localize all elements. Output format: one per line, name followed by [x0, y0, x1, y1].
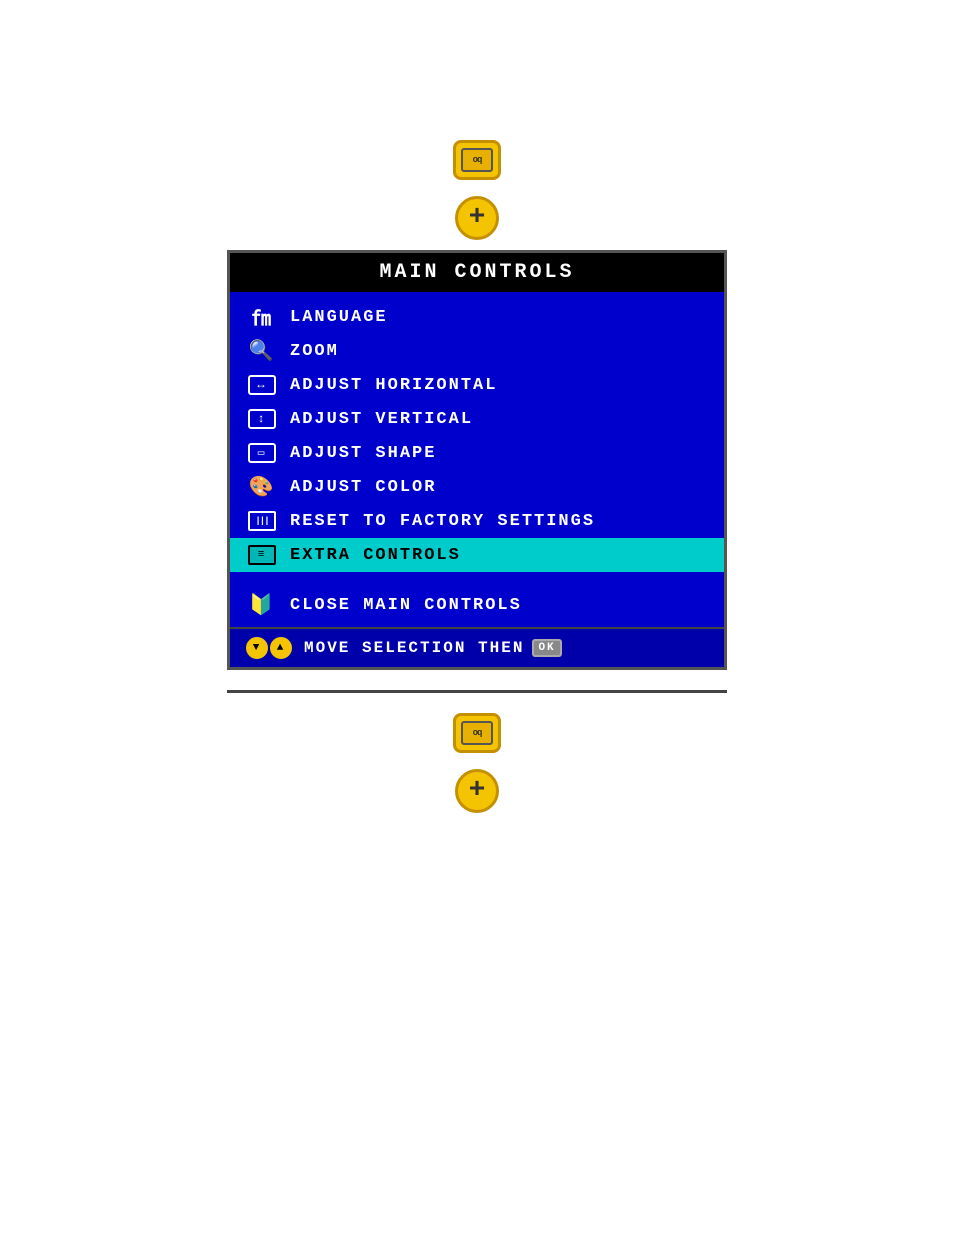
adjust-horizontal-icon: ↔ — [246, 373, 278, 397]
adjust-vertical-icon: ↕ — [246, 407, 278, 431]
menu-divider — [230, 580, 724, 588]
nav-arrows-icon: ▼ ▲ — [246, 637, 292, 659]
language-label: LANGUAGE — [290, 308, 388, 327]
extra-controls-icon: ≡ — [246, 543, 278, 567]
menu-items-list: ㎙ LANGUAGE 🔍 ZOOM ↔ ADJUST HORIZONTAL — [230, 292, 724, 580]
menu-item-language[interactable]: ㎙ LANGUAGE — [230, 300, 724, 334]
page-container: oq + MAIN CONTROLS ㎙ LANGUAGE 🔍 ZOOM — [0, 0, 954, 1235]
nav-down-icon: ▼ — [246, 637, 268, 659]
extra-controls-label: EXTRA CONTROLS — [290, 546, 461, 565]
adjust-color-label: ADJUST COLOR — [290, 478, 436, 497]
bottom-section: oq + — [453, 713, 501, 813]
osd-icon-text-top: oq — [473, 155, 482, 165]
plus-icon-text-bottom: + — [469, 777, 486, 805]
menu-item-zoom[interactable]: 🔍 ZOOM — [230, 334, 724, 368]
menu-item-adjust-vertical[interactable]: ↕ ADJUST VERTICAL — [230, 402, 724, 436]
adjust-vertical-label: ADJUST VERTICAL — [290, 410, 473, 429]
adjust-shape-icon: ▭ — [246, 441, 278, 465]
adjust-shape-label: ADJUST SHAPE — [290, 444, 436, 463]
ok-badge[interactable]: OK — [532, 639, 561, 657]
adjust-horizontal-label: ADJUST HORIZONTAL — [290, 376, 497, 395]
menu-item-reset[interactable]: ||| RESET TO FACTORY SETTINGS — [230, 504, 724, 538]
zoom-icon: 🔍 — [246, 339, 278, 363]
plus-icon-text-top: + — [469, 204, 486, 232]
close-icon: 🔰 — [246, 593, 278, 617]
menu-item-adjust-shape[interactable]: ▭ ADJUST SHAPE — [230, 436, 724, 470]
section-divider — [227, 690, 727, 693]
osd-icon-inner-bottom: oq — [461, 721, 493, 745]
adjust-color-icon: 🎨 — [246, 475, 278, 499]
osd-icon-inner-top: oq — [461, 148, 493, 172]
plus-icon-bottom[interactable]: + — [455, 769, 499, 813]
close-label: CLOSE MAIN CONTROLS — [290, 596, 522, 615]
nav-up-icon: ▲ — [270, 637, 292, 659]
menu-item-close[interactable]: 🔰 CLOSE MAIN CONTROLS — [230, 588, 724, 627]
reset-label: RESET TO FACTORY SETTINGS — [290, 512, 595, 531]
osd-icon-top[interactable]: oq — [453, 140, 501, 180]
language-icon: ㎙ — [246, 305, 278, 329]
menu-title: MAIN CONTROLS — [230, 253, 724, 292]
zoom-label: ZOOM — [290, 342, 339, 361]
plus-icon-top[interactable]: + — [455, 196, 499, 240]
menu-item-adjust-color[interactable]: 🎨 ADJUST COLOR — [230, 470, 724, 504]
main-controls-menu: MAIN CONTROLS ㎙ LANGUAGE 🔍 ZOOM ↔ — [227, 250, 727, 670]
menu-item-adjust-horizontal[interactable]: ↔ ADJUST HORIZONTAL — [230, 368, 724, 402]
footer-label: MOVE SELECTION THEN — [304, 639, 524, 657]
osd-icon-bottom[interactable]: oq — [453, 713, 501, 753]
top-section: oq + — [453, 140, 501, 240]
reset-icon: ||| — [246, 509, 278, 533]
osd-icon-text-bottom: oq — [473, 728, 482, 738]
menu-footer: ▼ ▲ MOVE SELECTION THEN OK — [230, 627, 724, 667]
menu-item-extra-controls[interactable]: ≡ EXTRA CONTROLS — [230, 538, 724, 572]
